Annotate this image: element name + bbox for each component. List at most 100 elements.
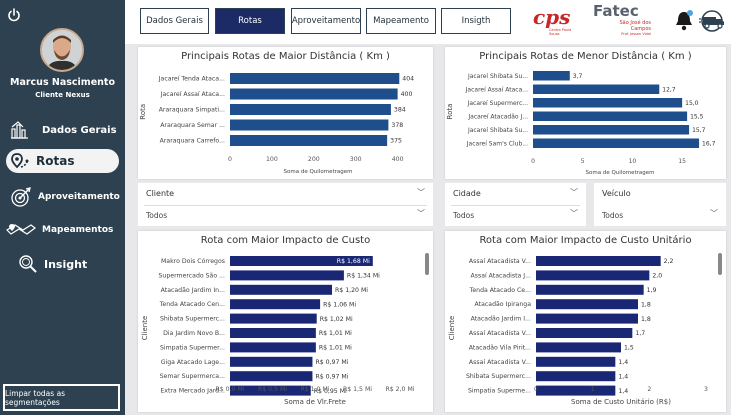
data-label: R$ 1,01 Mi	[319, 330, 352, 337]
category-label: Semar Supermerca...	[160, 373, 225, 380]
slicer-value[interactable]: Todos	[146, 211, 167, 220]
tab-mapeamento[interactable]: Mapeamento	[366, 8, 436, 34]
x-tick-label: 0	[228, 156, 232, 163]
category-label: Atacadão Jardim In...	[161, 287, 225, 294]
bar	[536, 299, 638, 310]
x-tick-label: R$ 0,5 Mi	[258, 386, 287, 393]
x-tick-label: 200	[308, 156, 320, 163]
data-label: 1,9	[647, 287, 657, 294]
x-axis-label: Soma de Custo Unitário (R$)	[571, 398, 671, 406]
cps-logo-text: cps	[533, 5, 571, 29]
nav-item-insight[interactable]: Insight	[18, 254, 87, 274]
data-label: 3,7	[573, 73, 583, 80]
bar	[533, 125, 690, 135]
category-label: Atacadão Ipiranga	[475, 301, 532, 308]
category-label: Jacareí Tenda Ataca...	[158, 75, 225, 83]
fatec-logo-text: Fatec	[593, 2, 639, 20]
chart-card-impacto-custo: Rota com Maior Impacto de Custo Cliente M…	[138, 231, 433, 412]
y-axis-label: Rota	[446, 104, 454, 120]
data-label: R$ 0,97 Mi	[315, 373, 348, 380]
data-label: 1,8	[641, 316, 651, 323]
bar	[536, 385, 616, 396]
data-label: R$ 1,02 Mi	[320, 316, 353, 323]
nav-item-mapeamentos[interactable]: Mapeamentos	[6, 222, 113, 238]
category-label: Dia Jardim Novo B...	[163, 330, 225, 337]
bar	[536, 284, 644, 295]
bar	[230, 356, 313, 367]
slicer-value[interactable]: Todos	[602, 211, 623, 220]
chart-card-maior-distancia: Principais Rotas de Maior Distância ( Km…	[138, 47, 433, 179]
slicer-label: Veículo	[602, 189, 631, 198]
bar	[230, 342, 316, 353]
chevron-down-icon[interactable]: ﹀	[417, 187, 425, 198]
clear-filters-button[interactable]: Limpar todas as segmentações	[3, 384, 120, 411]
x-tick-label: 2	[647, 386, 651, 393]
scrollbar[interactable]	[718, 253, 722, 275]
power-icon[interactable]	[7, 8, 21, 22]
x-tick-label: 0	[534, 386, 538, 393]
bar	[533, 111, 688, 121]
category-label: Jacareí Supermerc...	[467, 100, 528, 107]
bar	[536, 256, 661, 266]
category-label: Assaí Atacadista J...	[471, 271, 532, 279]
nav-item-rotas[interactable]: Rotas	[6, 149, 119, 173]
chart-menor-distancia: Rota Jacareí Shibata Su... 3,7 Jacareí Assa…	[446, 71, 718, 176]
category-label: Assaí Atacadista V...	[469, 358, 531, 366]
data-label: 378	[391, 122, 403, 129]
data-label: 15,5	[690, 113, 704, 120]
cps-logo-subtitle: Centro Paula Souza	[549, 28, 572, 36]
category-label: Supermercado São ...	[158, 272, 225, 279]
chart-custo-unitario: Cliente Assaí Atacadista V... 2,2 Assaí Ata…	[448, 256, 708, 406]
divider	[451, 205, 580, 206]
data-label: R$ 1,20 Mi	[335, 287, 368, 294]
slicer-value[interactable]: Todos	[453, 211, 474, 220]
x-tick-label: 3	[704, 386, 708, 393]
bar	[230, 270, 344, 281]
nav-label: Aproveitamento	[38, 192, 120, 202]
category-label: Tenda Atacado Ce...	[469, 287, 531, 294]
tab-rotas[interactable]: Rotas	[215, 8, 285, 34]
tab-insigth[interactable]: Insigth	[441, 8, 511, 34]
scrollbar[interactable]	[425, 253, 429, 275]
chevron-down-icon[interactable]: ﹀	[570, 208, 578, 219]
nav-label: Dados Gerais	[42, 124, 117, 136]
bar	[230, 284, 332, 295]
category-label: Giga Atacado Lage...	[161, 359, 225, 366]
x-tick-label: R$ 1,0 Mi	[300, 386, 329, 393]
bar	[533, 138, 700, 148]
bar	[230, 88, 398, 100]
user-role: Cliente Nexus	[35, 91, 90, 99]
data-label: 15,7	[692, 127, 706, 134]
nav-item-aproveitamento[interactable]: Aproveitamento	[10, 187, 120, 207]
slicer-cidade[interactable]: Cidade ﹀ Todos ﹀	[445, 183, 586, 226]
bar	[533, 71, 570, 81]
bar	[536, 313, 638, 324]
bar	[536, 328, 633, 338]
data-label: 375	[390, 138, 402, 145]
nav-item-dados-gerais[interactable]: Dados Gerais	[10, 121, 117, 139]
chevron-down-icon[interactable]: ﹀	[417, 208, 425, 219]
chevron-down-icon[interactable]: ﹀	[710, 208, 718, 219]
category-label: Jacareí Atacadão J...	[467, 113, 528, 120]
slicer-cliente[interactable]: Cliente ﹀ Todos ﹀	[138, 183, 433, 226]
bar	[230, 73, 400, 84]
category-label: Jacareí Sam's Club...	[466, 140, 528, 147]
bell-icon[interactable]	[674, 10, 694, 32]
tab-dados-gerais[interactable]: Dados Gerais	[140, 8, 209, 34]
data-label: 2,2	[664, 258, 674, 265]
data-label: R$ 1,34 Mi	[347, 273, 380, 280]
bar	[230, 313, 317, 324]
data-label: R$ 1,68 Mi	[337, 258, 370, 265]
category-label: Tenda Atacado Cen...	[159, 301, 225, 308]
chevron-down-icon[interactable]: ﹀	[570, 187, 578, 198]
tab-aproveitamento[interactable]: Aproveitamento	[291, 8, 361, 34]
category-label: Atacadão Jardim I...	[471, 316, 531, 323]
magnifier-icon	[19, 255, 37, 273]
y-axis-label: Cliente	[141, 316, 149, 341]
slicer-veiculo[interactable]: Veículo Todos ﹀	[594, 183, 726, 226]
cps-logo: cps Centro Paula Souza	[533, 6, 577, 38]
chart-card-menor-distancia: Principais Rotas de Menor Distância ( Km…	[445, 47, 726, 179]
x-axis-label: Soma de Quilometragem	[284, 169, 353, 175]
data-label: 12,7	[662, 86, 676, 93]
data-label: R$ 0,97 Mi	[315, 359, 348, 366]
